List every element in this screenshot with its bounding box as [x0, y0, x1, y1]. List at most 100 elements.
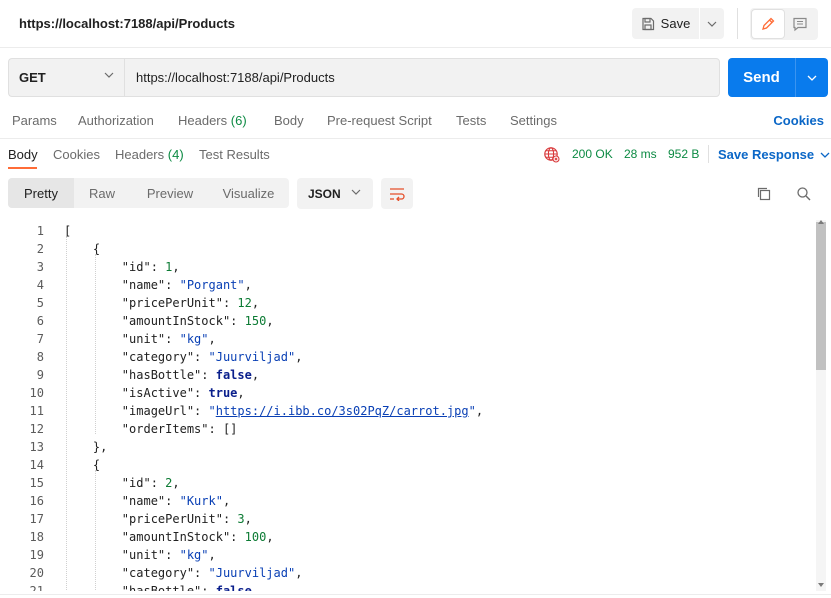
- format-pretty[interactable]: Pretty: [8, 178, 74, 208]
- format-visualize[interactable]: Visualize: [210, 178, 287, 208]
- tab-prerequest-script[interactable]: Pre-request Script: [327, 113, 432, 128]
- line-number: 20: [29, 566, 44, 580]
- code-text: [: [64, 222, 71, 240]
- line-number: 5: [36, 296, 44, 310]
- tab-body[interactable]: Body: [274, 113, 304, 128]
- code-line: 4 "name": "Porgant",: [0, 276, 816, 294]
- save-response-label: Save Response: [718, 147, 815, 162]
- save-response-button[interactable]: Save Response: [718, 147, 830, 162]
- line-number: 6: [36, 314, 44, 328]
- json-token: ,: [208, 548, 216, 562]
- code-line: 2 {: [0, 240, 816, 258]
- json-token: [: [64, 224, 72, 238]
- code-line: 19 "unit": "kg",: [0, 546, 816, 564]
- tab-params[interactable]: Params: [12, 113, 57, 128]
- send-dropdown-button[interactable]: [796, 58, 828, 97]
- json-token: "category": [121, 566, 195, 580]
- response-tab-headers-count: (4): [167, 147, 184, 162]
- json-token: ,: [251, 584, 260, 591]
- line-number: 9: [36, 368, 44, 382]
- chevron-down-icon: [104, 72, 114, 78]
- code-text: "amountInStock": 150,: [64, 312, 274, 330]
- response-time[interactable]: 28 ms: [624, 147, 657, 161]
- json-token: : []: [208, 422, 238, 436]
- send-button[interactable]: Send: [728, 58, 796, 97]
- line-number: 21: [29, 584, 44, 591]
- request-title[interactable]: https://localhost:7188/api/Products: [19, 16, 235, 31]
- response-tab-test-results[interactable]: Test Results: [199, 147, 270, 162]
- code-line: 6 "amountInStock": 150,: [0, 312, 816, 330]
- json-link[interactable]: https://i.ibb.co/3s02PqZ/carrot.jpg: [216, 404, 469, 418]
- method-select[interactable]: GET: [8, 58, 124, 97]
- scroll-down-arrow[interactable]: [818, 583, 824, 587]
- tab-headers[interactable]: Headers (6): [178, 113, 247, 128]
- json-token: "hasBottle": [121, 584, 202, 591]
- line-number: 3: [36, 260, 44, 274]
- code-line: 3 "id": 1,: [0, 258, 816, 276]
- line-number: 19: [29, 548, 44, 562]
- code-line: 5 "pricePerUnit": 12,: [0, 294, 816, 312]
- save-button-group: Save: [632, 8, 724, 39]
- response-tab-headers[interactable]: Headers (4): [115, 147, 184, 162]
- active-tab-indicator: [8, 167, 37, 169]
- comment-icon: [793, 17, 807, 32]
- globe-icon[interactable]: [543, 146, 560, 163]
- json-token: ,: [208, 332, 216, 346]
- json-token: ,: [251, 368, 260, 382]
- line-number: 13: [29, 440, 44, 454]
- code-text: "id": 2,: [64, 474, 180, 492]
- scroll-up-arrow[interactable]: [818, 220, 824, 224]
- save-button[interactable]: Save: [632, 8, 700, 39]
- code-text: "isActive": true,: [64, 384, 245, 402]
- response-tab-body[interactable]: Body: [8, 147, 38, 162]
- editor-scrollbar-thumb[interactable]: [816, 222, 826, 370]
- line-number: 7: [36, 332, 44, 346]
- code-text: "hasBottle": false,: [64, 366, 259, 384]
- response-divider: [708, 145, 709, 163]
- json-token: :: [150, 260, 166, 274]
- json-token: "Kurk": [179, 494, 223, 508]
- save-dropdown-button[interactable]: [700, 8, 724, 39]
- status-code[interactable]: 200 OK: [572, 147, 613, 161]
- copy-icon[interactable]: [756, 186, 772, 202]
- line-number: 14: [29, 458, 44, 472]
- json-token: ,: [172, 476, 180, 490]
- pencil-icon: [762, 17, 775, 30]
- json-token: "unit": [121, 548, 166, 562]
- json-token: 12: [237, 296, 252, 310]
- json-token: false: [215, 584, 252, 591]
- response-tab-cookies[interactable]: Cookies: [53, 147, 100, 162]
- language-select[interactable]: JSON: [297, 178, 373, 209]
- cookies-link[interactable]: Cookies: [773, 113, 824, 128]
- search-icon[interactable]: [796, 186, 812, 202]
- format-raw[interactable]: Raw: [74, 178, 130, 208]
- code-line: 11 "imageUrl": "https://i.ibb.co/3s02PqZ…: [0, 402, 816, 420]
- json-token: ": [468, 404, 476, 418]
- format-preview[interactable]: Preview: [132, 178, 208, 208]
- json-token: :: [230, 314, 245, 328]
- response-size[interactable]: 952 B: [668, 147, 699, 161]
- tab-authorization[interactable]: Authorization: [78, 113, 154, 128]
- comment-mode-button[interactable]: [784, 10, 816, 38]
- code-line: 10 "isActive": true,: [0, 384, 816, 402]
- json-token: ,: [475, 404, 484, 418]
- view-mode-toggle: [750, 8, 818, 40]
- json-token: "Porgant": [179, 278, 245, 292]
- edit-mode-button[interactable]: [752, 10, 784, 38]
- tab-tests[interactable]: Tests: [456, 113, 486, 128]
- response-body-editor[interactable]: 1[2 {3 "id": 1, 4 "name": "Porgant", 5 "pr…: [0, 220, 816, 591]
- wrap-lines-button[interactable]: [381, 178, 413, 209]
- line-number: 11: [29, 404, 44, 418]
- url-input[interactable]: https://localhost:7188/api/Products: [124, 58, 720, 97]
- tab-settings[interactable]: Settings: [510, 113, 557, 128]
- line-number: 17: [29, 512, 44, 526]
